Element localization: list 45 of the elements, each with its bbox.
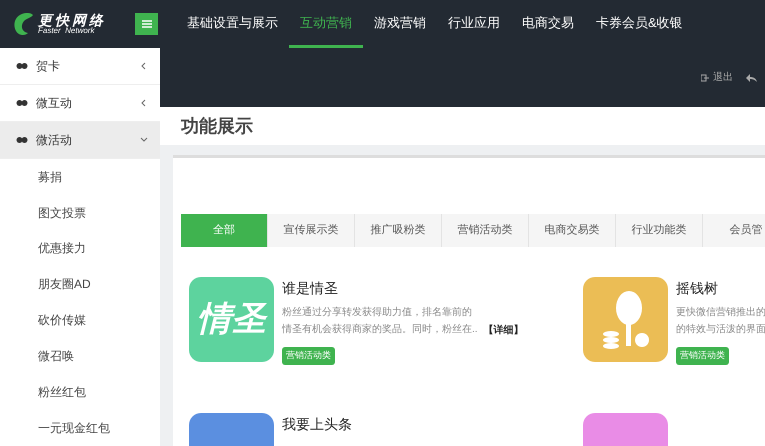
logo-subtitle: Faster Network: [38, 27, 95, 35]
card-description: 情圣有机会获得商家的奖品。同时，粉丝在..: [282, 322, 478, 337]
logo-icon: [12, 11, 34, 37]
filter-tab[interactable]: 电商交易类: [529, 214, 616, 247]
card-description: 更快微信营销推出的: [676, 306, 765, 320]
chevron-down-icon: [140, 136, 148, 144]
sidebar-subitem[interactable]: 一元现金红包: [0, 410, 160, 446]
card-icon: 情圣: [189, 277, 274, 362]
card-title: 谁是情圣: [282, 279, 339, 298]
sidebar-subitem[interactable]: 砍价传媒: [0, 302, 160, 338]
sidebar-subitem[interactable]: 募捐: [0, 158, 160, 195]
filter-tab[interactable]: 会员管: [703, 214, 765, 247]
sidebar-subitem[interactable]: 图文投票: [0, 194, 160, 231]
page-title: 功能展示: [181, 114, 253, 138]
card-title: 我要上头条: [282, 414, 352, 434]
filter-tab[interactable]: 行业功能类: [616, 214, 703, 247]
card-title: 摇钱树: [676, 279, 719, 298]
logout-icon: [701, 74, 709, 82]
sidebar-subitem[interactable]: 微召唤: [0, 338, 160, 374]
chevron-left-icon: [140, 62, 148, 70]
menu-item-icon: [16, 98, 28, 108]
logout-button[interactable]: 退出: [701, 70, 733, 85]
nav-tab[interactable]: 电商交易: [511, 0, 585, 48]
category-tag: 营销活动类: [282, 347, 335, 364]
menu-item-icon: [16, 134, 28, 145]
filter-tab[interactable]: 推广吸粉类: [355, 214, 442, 247]
detail-link[interactable]: 【详细】: [484, 323, 524, 338]
menu-item-icon: [16, 60, 28, 71]
reply-icon[interactable]: [745, 72, 757, 82]
filter-tab[interactable]: 营销活动类: [442, 214, 529, 247]
sidebar-subitem[interactable]: 朋友圈AD: [0, 266, 160, 302]
nav-tab[interactable]: 游戏营销: [363, 0, 437, 48]
nav-tab[interactable]: 行业应用: [437, 0, 511, 48]
filter-tab[interactable]: 宣传展示类: [268, 214, 355, 247]
sidebar-item[interactable]: 微活动: [0, 122, 160, 159]
menu-icon: [142, 20, 152, 28]
logo-title: 更快网络: [38, 13, 106, 27]
sidebar-subitem[interactable]: 粉丝红包: [0, 374, 160, 410]
sidebar-subitem[interactable]: 优惠接力: [0, 230, 160, 266]
nav-tab[interactable]: 卡券会员&收银: [585, 0, 694, 48]
card-description: 粉丝通过分享转发获得助力值，排名靠前的: [282, 306, 473, 320]
nav-tab[interactable]: 基础设置与展示: [176, 0, 289, 48]
category-tag: 营销活动类: [676, 347, 729, 364]
menu-button[interactable]: [135, 13, 158, 35]
chevron-left-icon: [140, 98, 148, 107]
